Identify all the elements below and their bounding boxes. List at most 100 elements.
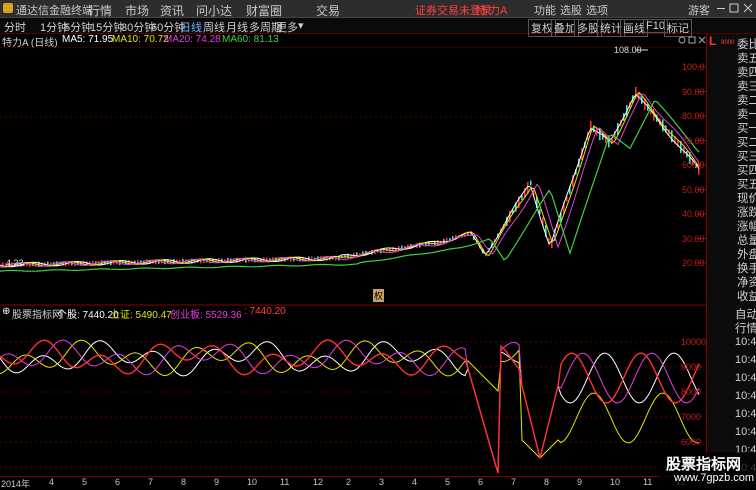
expand-icon [688,36,696,44]
sidebar2-hangqing[interactable]: 行情 [735,320,756,336]
tick-time: 10:4 [735,390,756,402]
app-title: 通达信金融终端 [16,5,93,17]
price-tick-label: 30.00 [682,233,705,244]
chart-controls[interactable] [678,35,706,45]
menu-item-xuangu[interactable]: 选股 [560,2,582,18]
app-logo-icon [3,3,13,13]
price-grid [0,66,706,264]
ma5-label: MA5: 71.95 [62,34,114,45]
time-axis: 2014年45678910111223456789101112 [0,476,706,489]
low-marker: 4.22 [6,258,24,268]
time-tick-label: 10 [247,477,258,487]
minimize-icon [717,8,725,9]
tab-period-15min[interactable]: 15分钟 [90,19,124,35]
time-tick-label: 7 [511,477,517,487]
candle [398,246,400,251]
price-tick-label: 20.00 [682,258,705,268]
indicator-lines [0,339,700,474]
indicator-tick-label: 8000 [681,387,702,397]
chevron-down-icon[interactable]: ▾ [298,19,304,32]
time-tick-label: 3 [379,477,385,487]
time-tick-label: 2014年 [1,479,31,489]
sidebar-level-label: L [709,34,717,48]
tick-time: 10:4 [735,354,756,366]
time-tick-label: 11 [643,477,653,487]
indicator-line [0,339,700,474]
time-tick-label: 4 [49,477,55,487]
ma60-label: MA60: 81.13 [222,34,279,45]
tick-time: 10:4 [735,426,756,438]
indicator-tick-label: 10000 [681,337,707,347]
time-tick-label: 12 [313,477,324,487]
watermark-title: 股票指标网 [666,456,742,473]
time-tick-label: 8 [181,477,187,487]
time-tick-label: 7 [148,477,154,487]
chart-header: 特力A (日线) MA5: 71.95 MA10: 70.72 MA20: 74… [0,34,706,49]
current-stock: 特 力A [475,5,508,17]
time-tick-label: 6 [115,477,121,487]
ma-lines [0,49,700,272]
time-tick-label: 5 [82,477,88,487]
indicator-tick-label: 6000 [681,437,702,447]
menu-item-caifuquan[interactable]: 财富圈 [246,2,282,19]
menu-item-gongneng[interactable]: 功能 [534,2,556,18]
settings-icon [678,36,686,44]
price-tick-label: 70.00 [682,135,705,146]
maximize-icon [729,3,739,13]
quote-sidebar: L 8000 委比 卖五 卖四 卖三 卖二 卖一 买一 买二 买三 买四 买五 现价 涨跌 涨幅 总量 外盘换… [706,34,756,306]
tick-time: 10:4 [735,408,756,420]
menu-item-shichang[interactable]: 市场 [125,2,149,19]
indicator-grid [0,341,706,468]
close-icon [743,3,753,13]
indicator-tail: : 7440.20 [244,306,286,317]
time-tick-label: 8 [544,477,550,487]
high-marker: 108.00 [614,45,642,55]
tab-period-week[interactable]: 周线 [203,19,225,35]
indicator-icon: ⊕ [2,306,11,317]
time-tick-label: 6 [478,477,484,487]
sidebar-tag: 8000 [721,40,735,46]
indicator-chart[interactable] [0,318,706,476]
menu-item-jiaoyi[interactable]: 交易 [316,2,340,19]
time-tick-label: 9 [214,477,220,487]
menu-item-zixun[interactable]: 资讯 [160,2,184,19]
weight-marker[interactable]: 权 [373,289,385,302]
indicator-header: ⊕ 股票指标网 个股: 7440.20 上证: 5490.47 创业板: 552… [0,306,706,321]
time-tick-label: 10 [610,477,621,487]
indicator-tick-label: 9000 [681,362,702,372]
close-chart-icon [698,36,706,44]
time-tick-label: 4 [412,477,418,487]
tab-period-more[interactable]: 更多 [276,19,298,35]
candle [530,180,532,186]
period-toolbar: 分时 1分钟 5分钟 15分钟 30分钟 60分钟 日线 周线 月线 多周期 更… [0,18,756,37]
time-tick-label: 9 [577,477,583,487]
ma10-label: MA10: 70.72 [112,34,169,45]
tab-period-month[interactable]: 月线 [226,19,248,35]
price-tick-label: 100.0 [682,62,705,72]
candle [443,238,445,244]
watermark: 股票指标网 www.7gpzb.com [660,452,756,487]
price-tick-label: 90.00 [682,86,705,97]
menu-item-xuanxiang[interactable]: 选项 [586,2,608,18]
time-tick-label: 11 [280,477,290,487]
price-chart[interactable] [0,47,706,306]
time-tick-label: 2 [346,477,352,487]
menu-bar: 通达信金融终端 行情 市场 资讯 问小达 财富圈 交易 证券交易未登录 特 力A… [0,0,756,18]
window-controls [717,3,753,13]
price-tick-label: 50.00 [682,184,705,195]
tick-time: 10:4 [735,372,756,384]
indicator-line [0,339,700,459]
price-tick-label: 60.00 [682,160,705,170]
menu-item-wenxiaoda[interactable]: 问小达 [196,2,232,19]
tab-period-5min[interactable]: 5分钟 [64,19,92,35]
watermark-url: www.7gpzb.com [674,472,755,484]
sidebar-field: 收益 [737,291,756,303]
ma20-label: MA20: 74.28 [164,34,221,45]
tab-period-day[interactable]: 日线 [180,19,202,35]
menu-item-hangqing[interactable]: 行情 [88,2,112,19]
tab-period-fenshi[interactable]: 分时 [4,19,26,35]
price-tick-label: 40.00 [682,209,705,219]
time-tick-label: 5 [445,477,451,487]
tick-time: 10:4 [735,336,756,348]
price-tick-label: 80.00 [682,111,705,121]
